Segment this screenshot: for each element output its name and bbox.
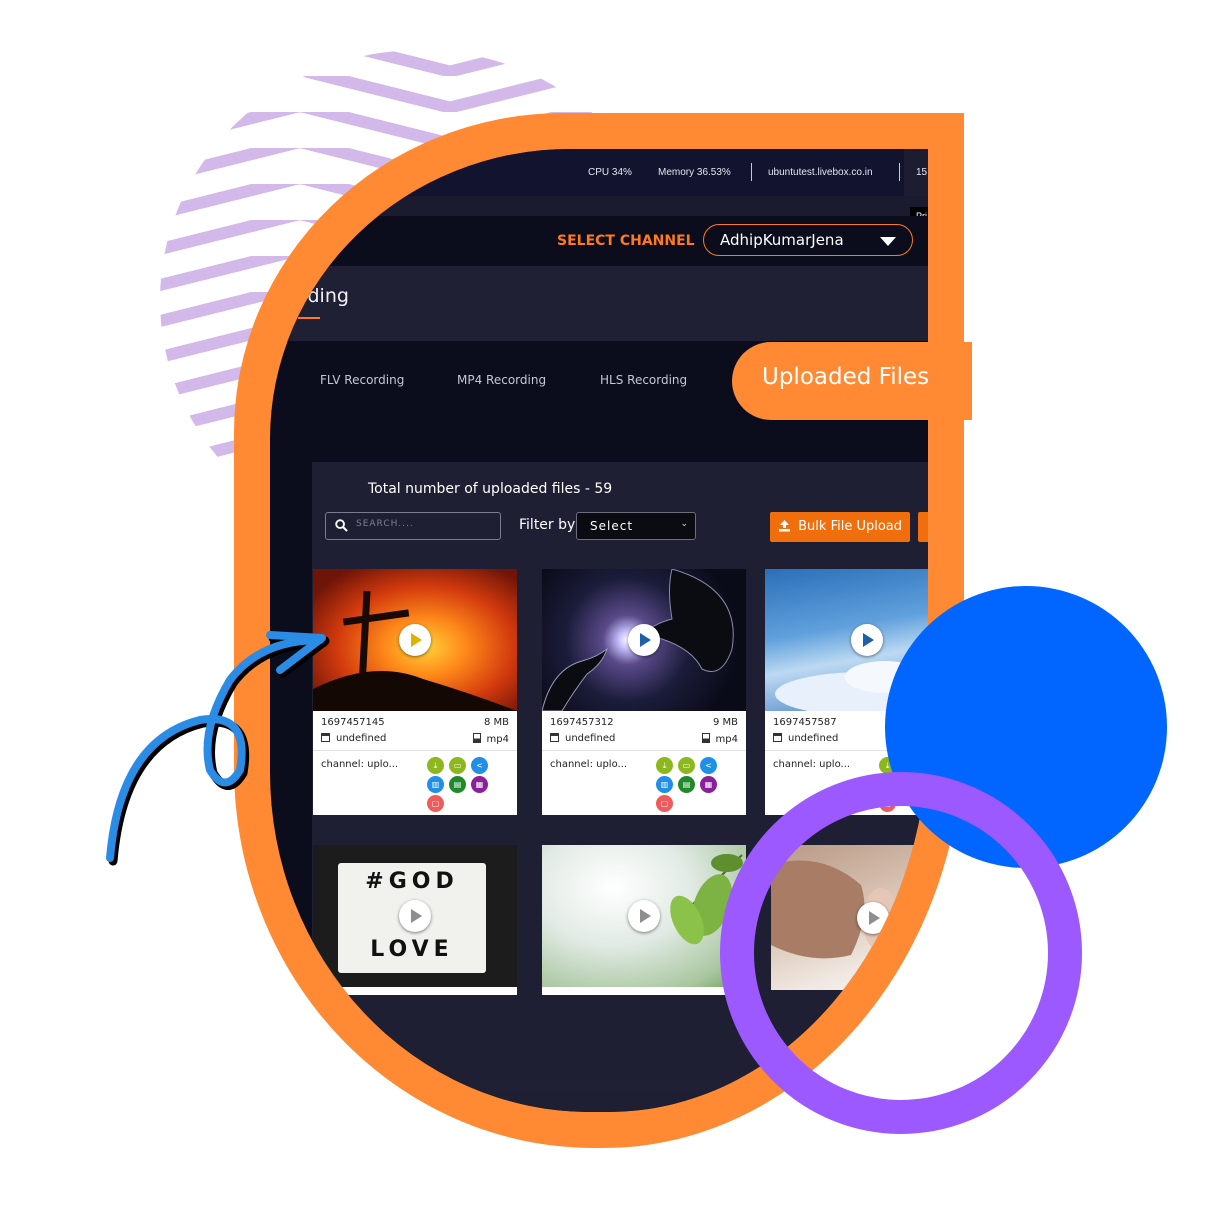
play-icon[interactable] (399, 624, 431, 656)
calendar-icon (773, 733, 782, 742)
search-icon (335, 519, 348, 532)
cpu-usage: CPU 34% (588, 167, 632, 178)
calendar-icon (550, 733, 559, 742)
file-size: 8 MB (483, 717, 509, 728)
video-thumbnail-cross-sunset[interactable] (313, 569, 517, 711)
filter-selected-value: Select (590, 519, 634, 533)
extra-action-button[interactable] (918, 512, 928, 542)
title-underline (298, 317, 320, 319)
caret-down-icon (880, 237, 896, 246)
film-icon[interactable]: ▦ (700, 776, 717, 793)
file-video-icon (701, 733, 710, 743)
file-id: 1697457312 (550, 717, 614, 728)
play-icon[interactable] (628, 624, 660, 656)
memory-usage: Memory 36.53% (658, 167, 731, 178)
file-date: undefined (550, 733, 615, 744)
document-icon[interactable]: ▤ (449, 776, 466, 793)
file-card[interactable] (542, 845, 746, 995)
file-card[interactable]: 1697457312 9 MB undefined mp4 channel: u… (542, 569, 746, 815)
tab-uploaded-files-label: Uploaded Files (762, 364, 930, 390)
share-icon[interactable]: < (700, 757, 717, 774)
file-meta: 1697457312 9 MB undefined mp4 channel: u… (542, 711, 746, 815)
tab-flv-recording[interactable]: FLV Recording (320, 373, 404, 387)
channel-bar: SELECT CHANNEL AdhipKumarJena (270, 216, 928, 266)
download-icon[interactable]: ⤓ (656, 757, 673, 774)
chart-icon[interactable]: ▥ (656, 776, 673, 793)
play-icon[interactable] (628, 900, 660, 932)
channel-selected-value: AdhipKumarJena (720, 231, 844, 249)
select-channel-label: SELECT CHANNEL (557, 233, 695, 249)
play-icon[interactable] (399, 900, 431, 932)
film-icon[interactable]: ▦ (471, 776, 488, 793)
file-channel: channel: uplo... (550, 759, 628, 770)
divider (751, 163, 752, 181)
file-card[interactable]: #GODILOVE (313, 845, 517, 995)
bulk-file-upload-label: Bulk File Upload (798, 519, 903, 534)
card-icon[interactable]: ▭ (678, 757, 695, 774)
video-thumbnail-green-leaves[interactable] (542, 845, 746, 987)
tab-hls-recording[interactable]: HLS Recording (600, 373, 687, 387)
divider (899, 163, 900, 181)
trash-icon[interactable]: ▢ (656, 795, 673, 812)
video-thumbnail-god-is-love[interactable]: #GODILOVE (313, 845, 517, 987)
file-date: undefined (773, 733, 838, 744)
file-size: 9 MB (712, 717, 738, 728)
bulk-file-upload-button[interactable]: Bulk File Upload (770, 512, 910, 542)
system-status-bar: CPU 34% Memory 36.53% ubuntutest.livebox… (270, 149, 928, 196)
document-icon[interactable]: ▤ (678, 776, 695, 793)
file-type: mp4 (701, 733, 738, 745)
subheader-strip (270, 196, 928, 216)
topbar-extra: 15 (904, 149, 928, 196)
file-id: 1697457587 (773, 717, 837, 728)
divider (313, 750, 517, 751)
tab-mp4-recording[interactable]: MP4 Recording (457, 373, 546, 387)
purple-ring-decoration (720, 772, 1082, 1134)
file-meta: 1697457145 8 MB undefined mp4 channel: u… (313, 711, 517, 815)
curly-arrow-icon (106, 631, 330, 866)
truncated-stat: 15 (916, 167, 928, 178)
chevron-down-icon: ⌄ (680, 519, 689, 529)
share-icon[interactable]: < (471, 757, 488, 774)
card-icon[interactable]: ▭ (449, 757, 466, 774)
search-input[interactable] (356, 519, 496, 529)
search-field[interactable] (325, 512, 501, 540)
download-icon[interactable]: ⤓ (427, 757, 444, 774)
filter-select[interactable]: Select ⌄ (576, 512, 696, 540)
divider (542, 750, 746, 751)
filter-by-label: Filter by (519, 517, 576, 533)
video-thumbnail-hands-light[interactable] (542, 569, 746, 711)
play-icon[interactable] (851, 624, 883, 656)
file-type: mp4 (472, 733, 509, 745)
total-files-count: Total number of uploaded files - 59 (368, 481, 613, 497)
tab-uploaded-files[interactable]: Uploaded Files (732, 342, 972, 420)
chart-icon[interactable]: ▥ (427, 776, 444, 793)
file-card[interactable]: 1697457145 8 MB undefined mp4 channel: u… (313, 569, 517, 815)
channel-dropdown[interactable]: AdhipKumarJena (703, 224, 913, 256)
file-video-icon (472, 733, 481, 743)
upload-icon (779, 520, 790, 532)
trash-icon[interactable]: ▢ (427, 795, 444, 812)
file-channel: channel: uplo... (773, 759, 851, 770)
server-host: ubuntutest.livebox.co.in (768, 167, 873, 178)
page-title: rding (300, 285, 349, 307)
page-header: rding (270, 266, 928, 341)
